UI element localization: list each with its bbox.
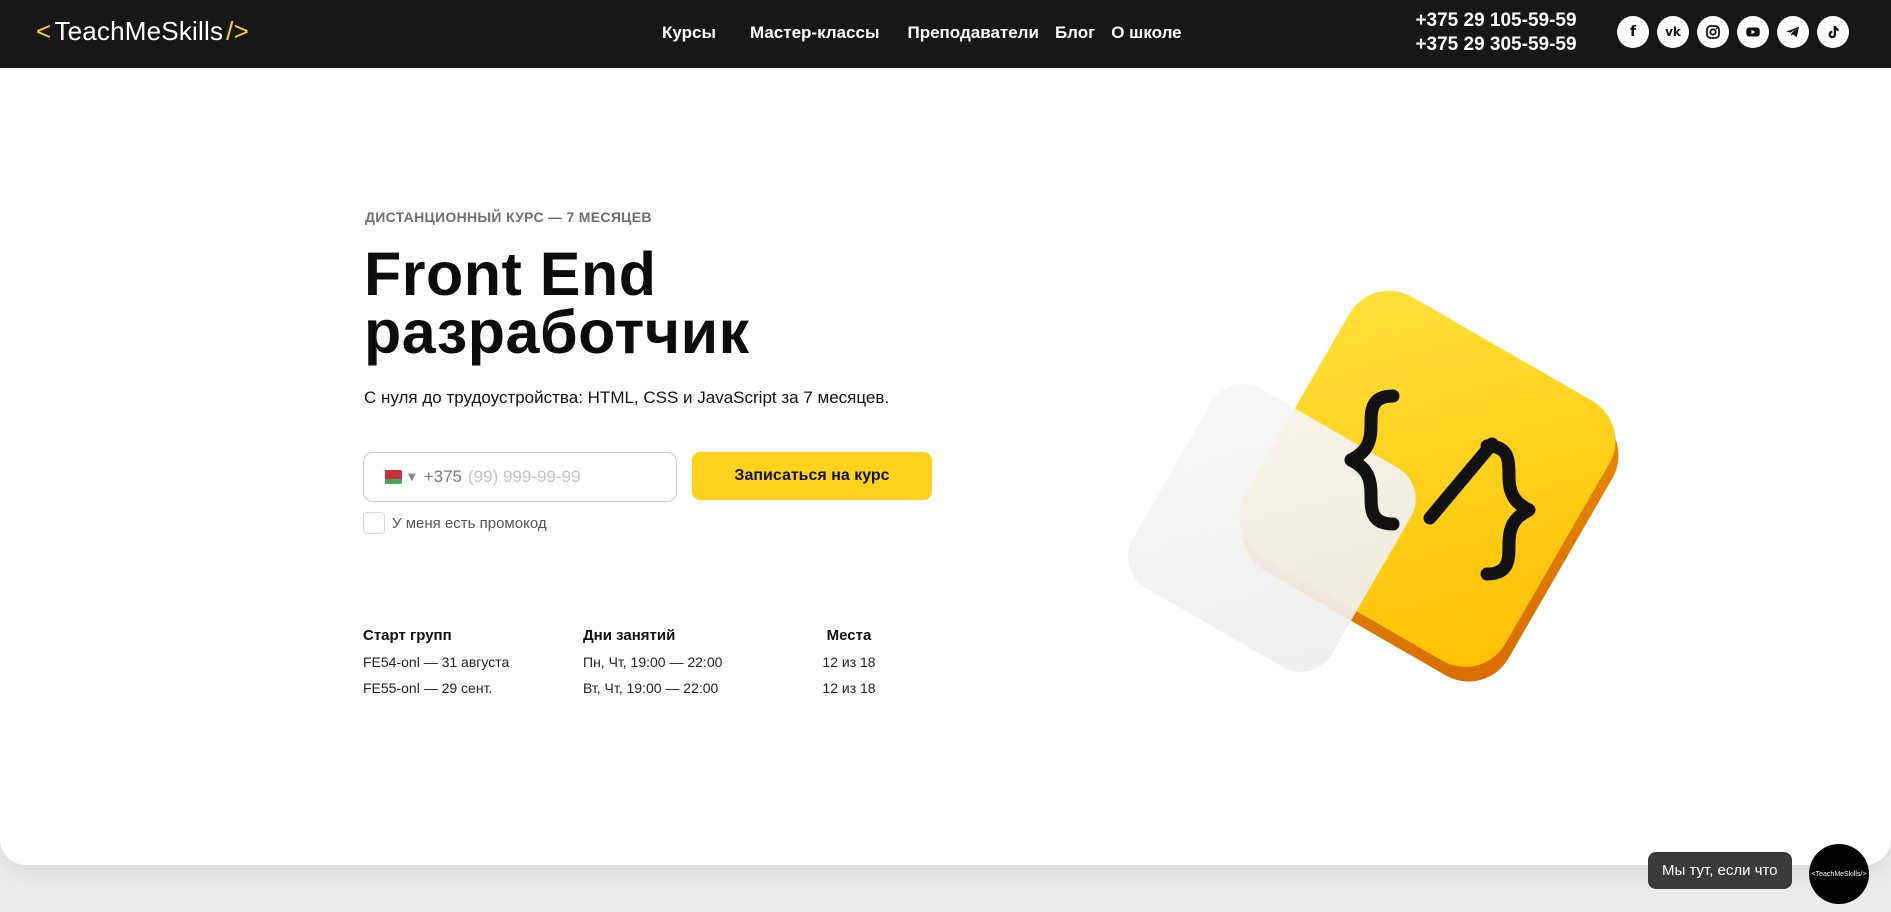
tiktok-icon[interactable] xyxy=(1817,16,1849,48)
vk-icon[interactable]: vk xyxy=(1657,16,1689,48)
promo-checkbox[interactable] xyxy=(363,512,385,534)
chat-bubble[interactable]: Мы тут, если что xyxy=(1648,852,1792,889)
telegram-icon[interactable] xyxy=(1777,16,1809,48)
chevron-down-icon[interactable]: ▼ xyxy=(408,472,416,483)
schedule-seats-row: 12 из 18 xyxy=(822,680,876,696)
schedule-start: Старт групп FE54-onl — 31 августа FE55-o… xyxy=(363,626,509,698)
logo-left-bracket: < xyxy=(36,16,52,46)
schedule-seats-header: Места xyxy=(826,627,872,644)
logo-text: TeachMeSkills xyxy=(54,16,224,46)
schedule-seats: Места 12 из 18 12 из 18 xyxy=(809,626,889,698)
nav-blog[interactable]: Блог xyxy=(1047,23,1103,43)
schedule-days-row: Пн, Чт, 19:00 — 22:00 xyxy=(583,654,723,670)
phone-list: +375 29 105-59-59 +375 29 305-59-59 xyxy=(1396,9,1596,57)
schedule-start-header: Старт групп xyxy=(363,627,452,644)
site-header: < TeachMeSkills /> Курсы Мастер-классы П… xyxy=(0,0,1891,68)
promo-checkbox-row[interactable]: У меня есть промокод xyxy=(363,512,547,534)
phone-placeholder: (99) 999-99-99 xyxy=(468,467,581,486)
schedule-days: Дни занятий Пн, Чт, 19:00 — 22:00 Вт, Чт… xyxy=(583,626,722,698)
nav-about[interactable]: О школе xyxy=(1103,23,1189,43)
site-logo[interactable]: < TeachMeSkills /> xyxy=(33,16,252,47)
promo-label: У меня есть промокод xyxy=(392,514,547,532)
social-links: f vk xyxy=(1617,16,1849,48)
schedule-start-row: FE55-onl — 29 сент. xyxy=(363,680,493,696)
nav-courses[interactable]: Курсы xyxy=(654,23,724,43)
logo-right-bracket: /> xyxy=(226,16,249,46)
code-tile-illustration xyxy=(1127,290,1619,682)
course-subtitle: С нуля до трудоустройства: HTML, CSS и J… xyxy=(364,388,890,407)
facebook-icon[interactable]: f xyxy=(1617,16,1649,48)
main-nav: Курсы Мастер-классы Преподаватели Блог О… xyxy=(646,16,1190,50)
youtube-icon[interactable] xyxy=(1737,16,1769,48)
enroll-button[interactable]: Записаться на курс xyxy=(692,452,932,500)
country-code: +375 xyxy=(423,467,462,486)
schedule-start-row: FE54-onl — 31 августа xyxy=(363,654,510,670)
nav-teachers[interactable]: Преподаватели xyxy=(899,23,1046,43)
schedule-seats-row: 12 из 18 xyxy=(822,654,876,670)
belarus-flag-icon[interactable] xyxy=(382,470,402,484)
chat-button[interactable]: <TeachMeSkills/> xyxy=(1809,844,1869,904)
nav-master-classes[interactable]: Мастер-классы xyxy=(742,23,888,43)
schedule-days-header: Дни занятий xyxy=(583,627,676,644)
phone-link-1[interactable]: +375 29 105-59-59 xyxy=(1396,9,1596,33)
phone-field[interactable]: ▼ +375 (99) 999-99-99 xyxy=(363,452,677,502)
instagram-icon[interactable] xyxy=(1697,16,1729,48)
course-title-line-2: разработчик xyxy=(364,298,750,366)
course-eyebrow: ДИСТАНЦИОННЫЙ КУРС — 7 МЕСЯЦЕВ xyxy=(365,209,652,225)
course-title: Front End разработчик xyxy=(364,244,750,363)
schedule-days-row: Вт, Чт, 19:00 — 22:00 xyxy=(583,680,719,696)
phone-link-2[interactable]: +375 29 305-59-59 xyxy=(1396,33,1596,57)
